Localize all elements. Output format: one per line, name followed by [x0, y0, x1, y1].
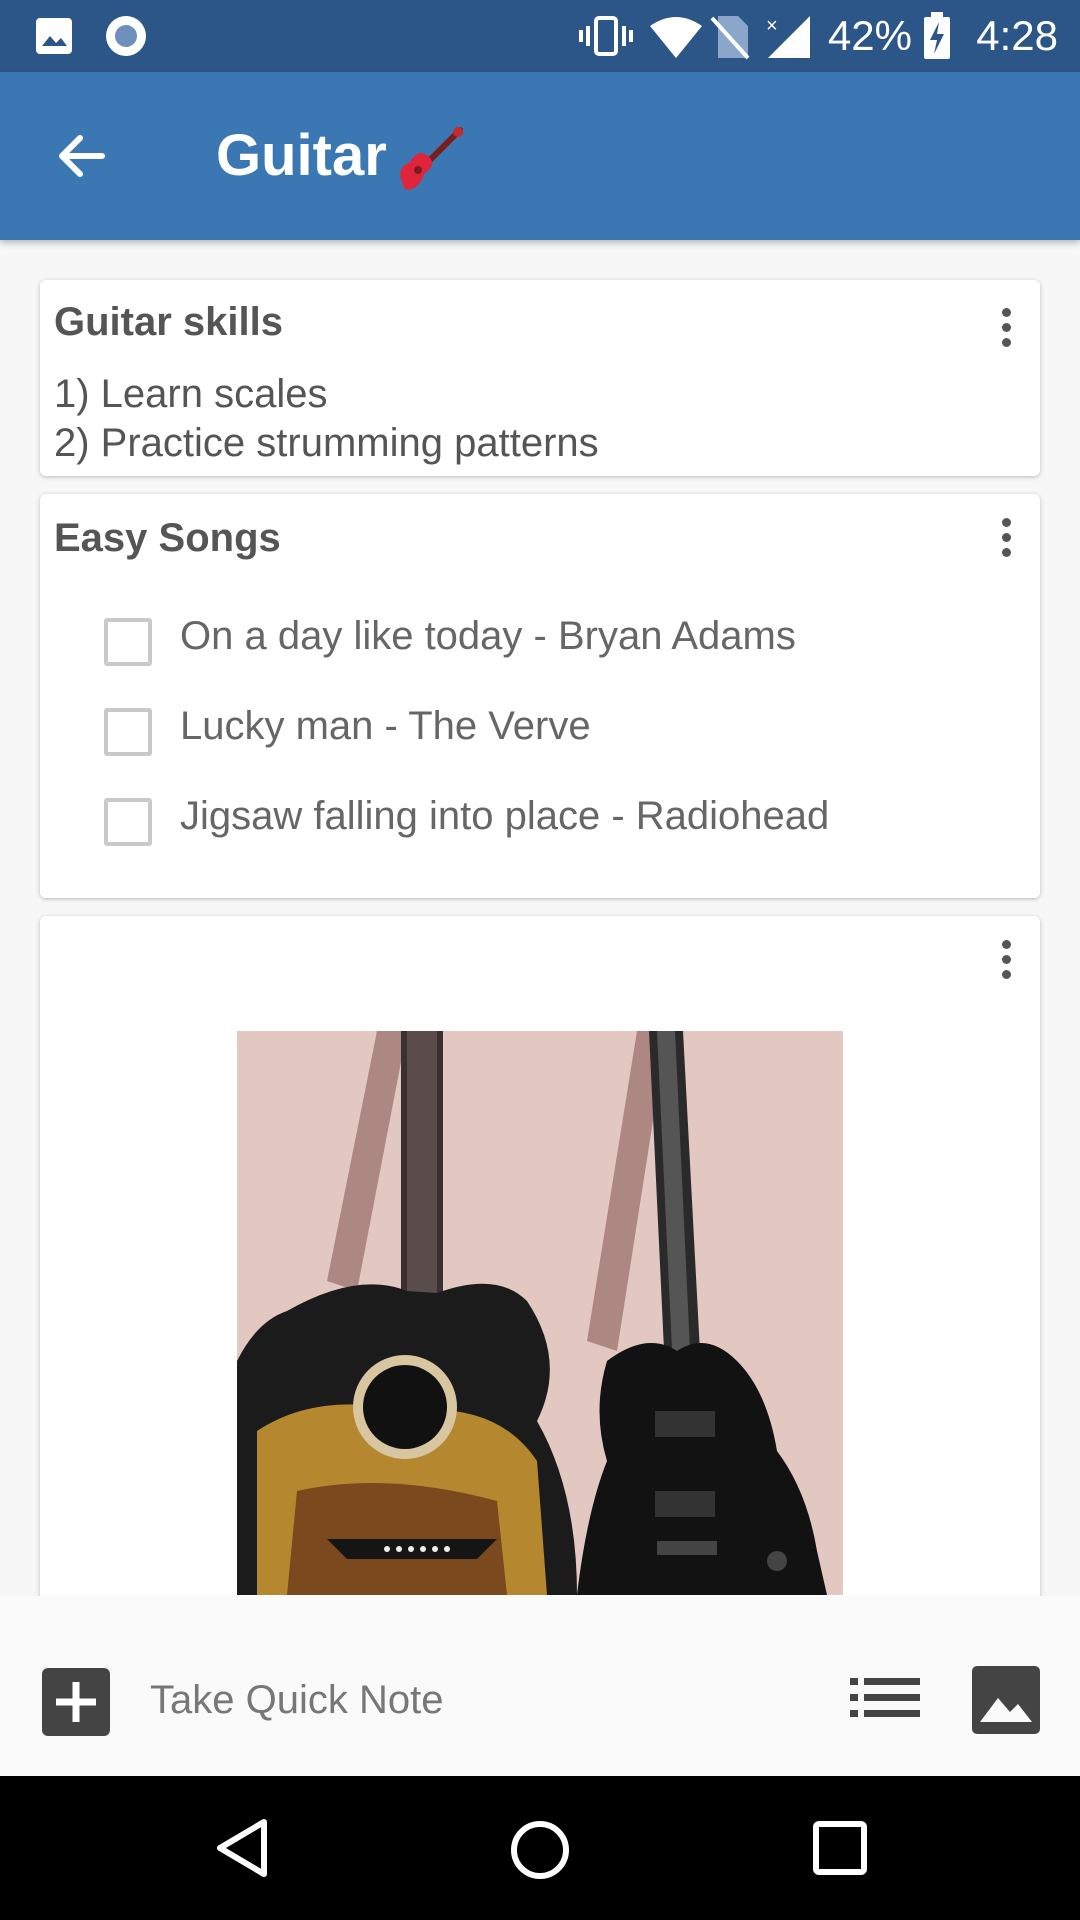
note-line: 1) Learn scales	[54, 372, 328, 416]
more-options-icon[interactable]	[1000, 940, 1012, 980]
battery-charging-icon	[924, 12, 950, 59]
note-card-image[interactable]	[40, 916, 1040, 1596]
battery-percent: 42%	[827, 12, 912, 59]
no-sim-icon	[710, 16, 750, 60]
note-card-easy-songs[interactable]: Easy Songs On a day like today - Bryan A…	[40, 494, 1040, 898]
note-title: Guitar skills	[54, 300, 283, 344]
list-icon[interactable]	[850, 1676, 920, 1720]
note-title: Easy Songs	[54, 516, 281, 560]
vibrate-icon	[579, 16, 633, 56]
checkbox[interactable]	[104, 798, 152, 846]
note-card-guitar-skills[interactable]: Guitar skills 1) Learn scales 2) Practic…	[40, 280, 1040, 476]
checklist-item-label: Lucky man - The Verve	[180, 704, 591, 748]
checklist-item-label: Jigsaw falling into place - Radiohead	[180, 794, 830, 838]
navigation-bar	[0, 1776, 1080, 1920]
checkbox[interactable]	[104, 618, 152, 666]
more-options-icon[interactable]	[1000, 518, 1012, 558]
svg-text:×: ×	[766, 15, 778, 37]
nav-home-icon[interactable]	[508, 1818, 572, 1882]
page-title: Guitar	[216, 123, 387, 188]
checkbox[interactable]	[104, 708, 152, 756]
nav-back-icon[interactable]	[212, 1818, 272, 1878]
image-icon[interactable]	[972, 1666, 1040, 1734]
guitar-photo-illustration	[237, 1031, 843, 1595]
checklist-item-label: On a day like today - Bryan Adams	[180, 614, 796, 658]
app-bar: Guitar	[0, 72, 1080, 240]
note-body: 1) Learn scales 2) Practice strumming pa…	[54, 370, 599, 468]
status-bar: × 42% 4:28	[0, 0, 1080, 72]
image-notification-icon	[36, 18, 72, 54]
status-time: 4:28	[976, 12, 1058, 59]
back-arrow-icon[interactable]	[52, 126, 112, 186]
add-icon[interactable]	[42, 1668, 110, 1736]
signal-icon: ×	[766, 15, 810, 58]
guitar-photo[interactable]	[237, 1031, 843, 1595]
guitar-emoji-icon	[400, 127, 463, 190]
quick-note-input[interactable]: Take Quick Note	[150, 1678, 443, 1723]
more-options-icon[interactable]	[1000, 308, 1012, 348]
note-line: 2) Practice strumming patterns	[54, 421, 599, 465]
wifi-icon	[650, 17, 702, 58]
notes-list: Guitar skills 1) Learn scales 2) Practic…	[0, 240, 1080, 1596]
nav-recents-icon[interactable]	[812, 1820, 868, 1876]
circle-notification-icon	[106, 16, 146, 56]
quick-note-bar: Take Quick Note	[0, 1596, 1080, 1776]
